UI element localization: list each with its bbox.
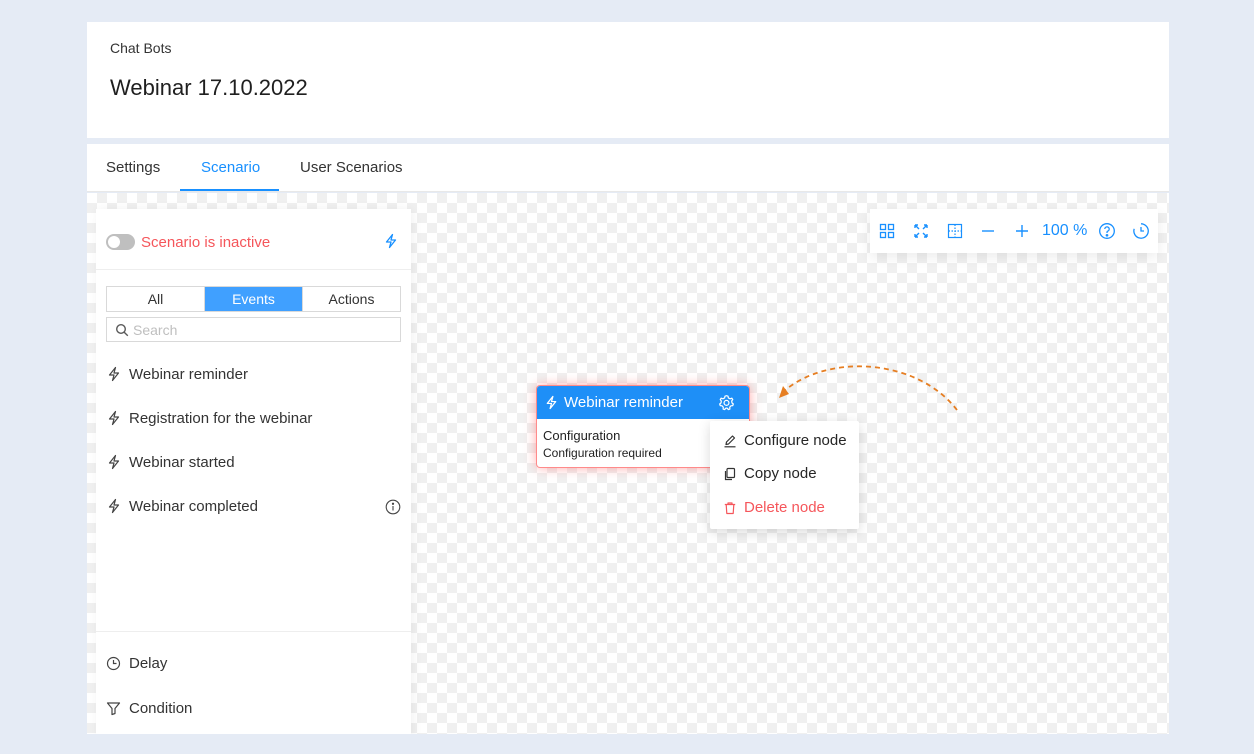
tab-scenario[interactable]: Scenario: [201, 144, 260, 192]
search-input[interactable]: [133, 320, 393, 340]
edit-icon: [724, 435, 736, 448]
connector-arrow: [779, 365, 958, 411]
zoom-level: 100 %: [1042, 222, 1088, 239]
node-palette-sidebar: Scenario is inactive All Events Actions …: [96, 209, 411, 734]
zoom-in-icon[interactable]: [1013, 222, 1031, 240]
event-label: Registration for the webinar: [129, 410, 313, 427]
filter-icon: [106, 702, 121, 716]
node-config-status: Configuration required: [543, 446, 662, 460]
search-icon: [115, 323, 129, 337]
menu-delete-node[interactable]: Delete node: [710, 493, 859, 523]
action-label: Condition: [129, 700, 193, 717]
action-label: Delay: [129, 655, 168, 672]
menu-item-label: Delete node: [744, 499, 825, 516]
scenario-canvas[interactable]: Scenario is inactive All Events Actions …: [87, 193, 1169, 734]
scenario-status-row: Scenario is inactive: [96, 209, 411, 270]
trash-icon: [724, 502, 736, 515]
node-header[interactable]: Webinar reminder: [537, 386, 749, 419]
active-tab-indicator: [180, 189, 279, 191]
copy-icon: [724, 467, 736, 481]
menu-copy-node[interactable]: Copy node: [710, 459, 859, 489]
page-title: Webinar 17.10.2022: [110, 75, 308, 100]
menu-configure-node[interactable]: Configure node: [710, 426, 859, 456]
gear-icon[interactable]: [718, 394, 735, 411]
tab-bar: Settings Scenario User Scenarios: [87, 144, 1169, 192]
search-box: [106, 317, 401, 342]
toggle-knob: [108, 236, 120, 248]
fullscreen-icon[interactable]: [912, 222, 930, 240]
node-context-menu: Configure node Copy node Delete node: [710, 421, 859, 529]
clock-icon: [106, 656, 121, 671]
node-config-label: Configuration: [543, 428, 621, 443]
bolt-icon: [108, 454, 120, 470]
scenario-active-toggle[interactable]: [106, 234, 135, 250]
filter-all[interactable]: All: [107, 287, 204, 311]
bolt-icon: [108, 366, 120, 382]
zoom-out-icon[interactable]: [979, 222, 997, 240]
info-icon[interactable]: [385, 499, 401, 515]
palette-event-webinar-completed[interactable]: Webinar completed: [96, 489, 411, 525]
menu-item-label: Copy node: [744, 465, 817, 482]
grid-icon[interactable]: [878, 222, 896, 240]
menu-item-label: Configure node: [744, 432, 847, 449]
palette-action-delay[interactable]: Delay: [96, 646, 411, 682]
frame-icon[interactable]: [946, 222, 964, 240]
event-label: Webinar started: [129, 454, 235, 471]
bolt-icon: [108, 410, 120, 426]
palette-filter: All Events Actions: [106, 286, 401, 312]
bolt-icon: [546, 395, 557, 410]
tab-settings[interactable]: Settings: [106, 144, 160, 192]
help-icon[interactable]: [1098, 222, 1116, 240]
palette-event-webinar-started[interactable]: Webinar started: [96, 445, 411, 481]
palette-event-webinar-reminder[interactable]: Webinar reminder: [96, 357, 411, 393]
sidebar-divider: [96, 631, 411, 632]
history-icon[interactable]: [1132, 222, 1150, 240]
filter-actions[interactable]: Actions: [302, 287, 400, 311]
breadcrumb[interactable]: Chat Bots: [110, 40, 171, 56]
event-label: Webinar completed: [129, 498, 258, 515]
palette-action-condition[interactable]: Condition: [96, 691, 411, 727]
tab-user-scenarios[interactable]: User Scenarios: [300, 144, 403, 192]
node-title: Webinar reminder: [564, 394, 683, 411]
canvas-toolbar: 100 %: [870, 209, 1158, 253]
event-label: Webinar reminder: [129, 366, 248, 383]
bolt-icon: [108, 498, 120, 514]
scenario-status-text: Scenario is inactive: [141, 234, 271, 251]
palette-event-registration[interactable]: Registration for the webinar: [96, 401, 411, 437]
bolt-icon[interactable]: [383, 233, 399, 249]
page-header: Chat Bots Webinar 17.10.2022: [87, 22, 1169, 138]
filter-events[interactable]: Events: [204, 287, 302, 311]
